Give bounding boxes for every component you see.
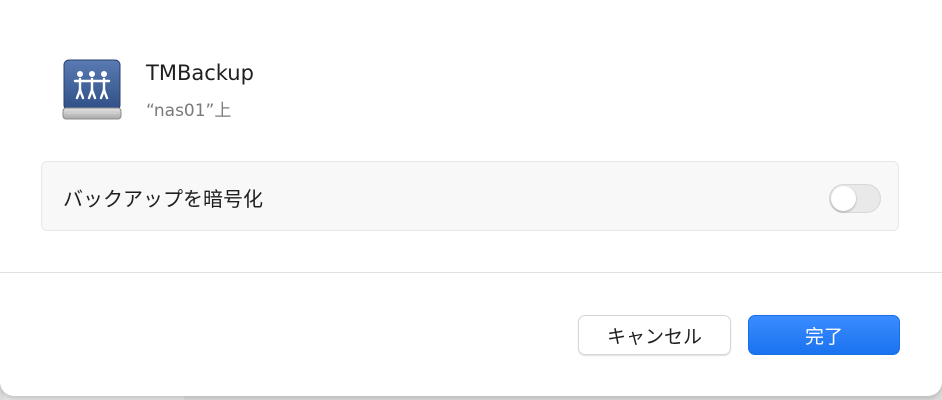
done-button[interactable]: 完了 [748, 315, 900, 355]
toggle-knob [831, 186, 856, 211]
encrypt-backup-toggle[interactable] [829, 184, 881, 213]
time-machine-disk-sheet: TMBackup “nas01”上 バックアップを暗号化 キャンセル 完了 [0, 0, 942, 396]
encrypt-backup-row: バックアップを暗号化 [41, 161, 899, 231]
volume-name: TMBackup [146, 61, 254, 85]
volume-location: “nas01”上 [146, 101, 232, 121]
network-drive-icon [62, 59, 122, 120]
volume-header: TMBackup “nas01”上 [59, 55, 659, 125]
cancel-button[interactable]: キャンセル [578, 315, 731, 355]
encrypt-backup-label: バックアップを暗号化 [63, 187, 263, 211]
footer-divider [0, 272, 942, 273]
